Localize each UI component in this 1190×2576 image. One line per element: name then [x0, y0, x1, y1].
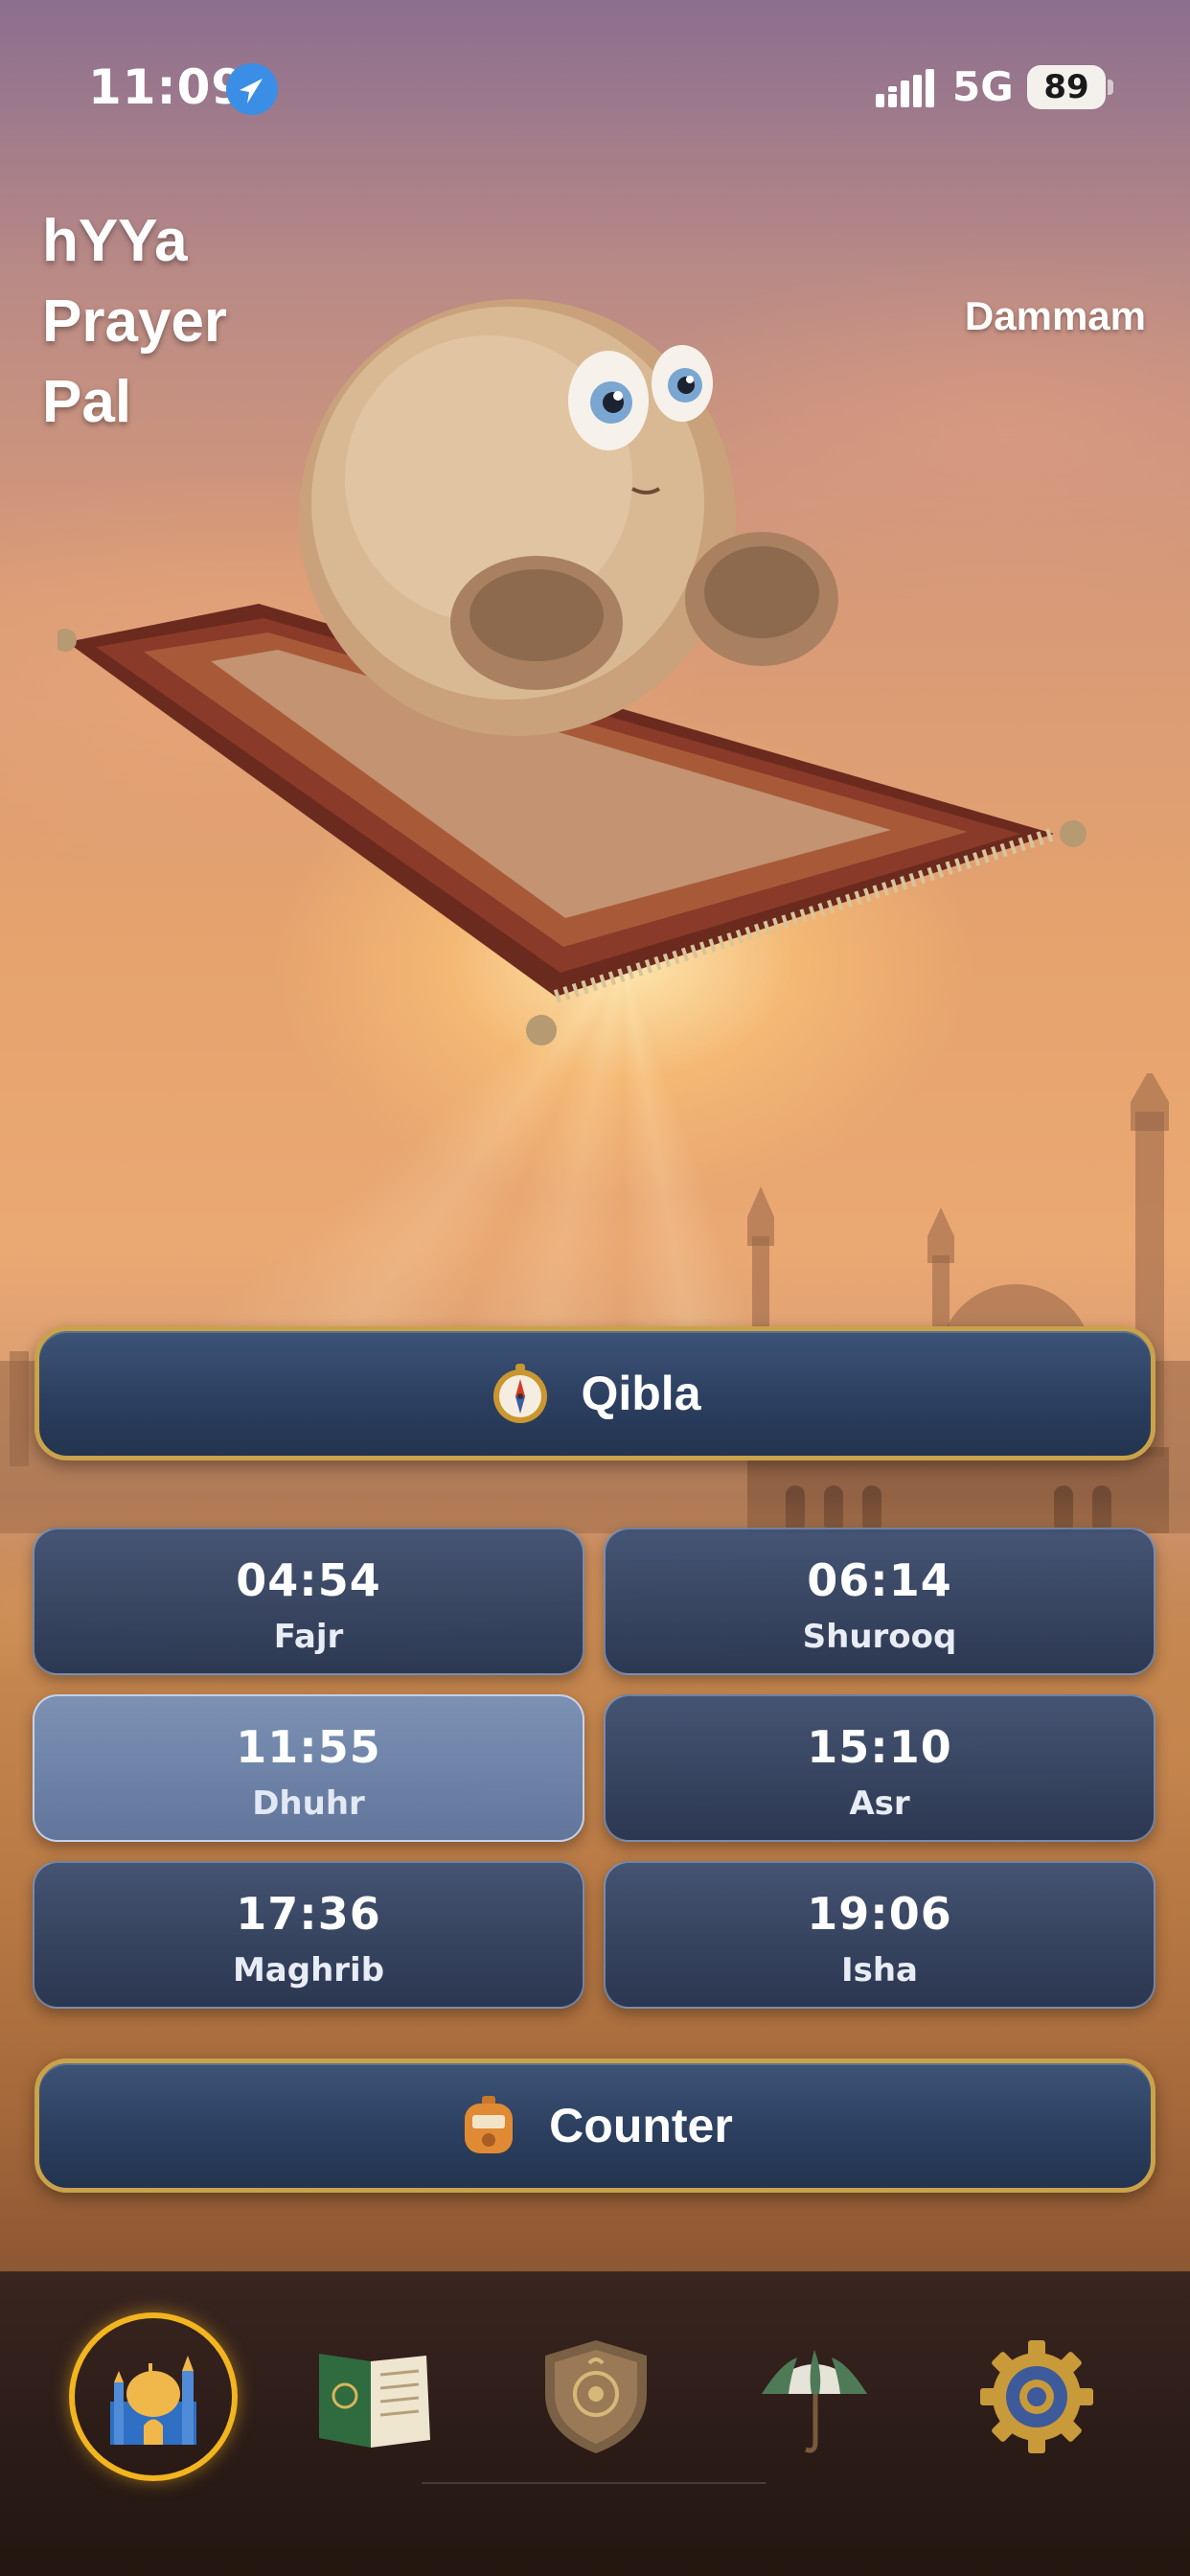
shield-emblem-icon [545, 2340, 647, 2453]
network-type: 5G [952, 63, 1014, 110]
qibla-label: Qibla [581, 1367, 701, 1420]
status-time: 11:09 [88, 59, 246, 115]
home-indicator [422, 2482, 767, 2484]
gear-icon [980, 2340, 1093, 2453]
tally-counter-icon [465, 2096, 514, 2153]
prayer-name: Maghrib [232, 1951, 385, 1990]
prayer-card-shurooq[interactable]: 06:14 Shurooq [604, 1528, 1156, 1675]
app-title-line: hYYa [42, 208, 188, 274]
bottom-tab-bar [0, 2271, 1190, 2576]
mosque-icon [110, 2356, 196, 2445]
qibla-button[interactable]: Qibla [34, 1326, 1156, 1460]
mosque-skyline [0, 1073, 1190, 1533]
battery-level: 89 [1027, 65, 1106, 109]
umbrella-icon [762, 2350, 867, 2453]
quran-book-icon [319, 2354, 430, 2448]
prayer-card-dhuhr[interactable]: 11:55 Dhuhr [33, 1694, 584, 1842]
prayer-time: 04:54 [236, 1554, 381, 1606]
location-arrow-icon [226, 63, 278, 115]
status-bar: 11:09 5G 89 [0, 0, 1190, 172]
prayer-time: 17:36 [236, 1888, 381, 1940]
tab-home[interactable] [69, 2312, 238, 2481]
battery-icon: 89 [1027, 65, 1113, 109]
prayer-name: Shurooq [802, 1618, 957, 1656]
prayer-name: Dhuhr [252, 1784, 365, 1823]
prayer-name: Isha [840, 1951, 919, 1990]
app-title-line: Pal [42, 369, 132, 435]
prayer-card-fajr[interactable]: 04:54 Fajr [33, 1528, 584, 1675]
prayer-time: 06:14 [807, 1554, 952, 1606]
prayer-card-maghrib[interactable]: 17:36 Maghrib [33, 1861, 584, 2009]
signal-bars-icon [876, 69, 934, 107]
app-title-line: Prayer [42, 288, 228, 355]
prayer-card-isha[interactable]: 19:06 Isha [604, 1861, 1156, 2009]
tab-umbrella[interactable] [730, 2312, 899, 2481]
prayer-name: Asr [849, 1784, 910, 1823]
city-label[interactable]: Dammam [965, 293, 1146, 339]
tab-shield[interactable] [512, 2312, 680, 2481]
prayer-card-asr[interactable]: 15:10 Asr [604, 1694, 1156, 1842]
counter-label: Counter [549, 2099, 733, 2152]
prayer-time: 11:55 [236, 1721, 381, 1773]
app-title: hYYa Prayer Pal [42, 201, 330, 443]
tab-quran[interactable] [289, 2312, 458, 2481]
tab-settings[interactable] [952, 2312, 1121, 2481]
compass-icon [493, 1364, 548, 1423]
prayer-time: 15:10 [807, 1721, 952, 1773]
counter-button[interactable]: Counter [34, 2058, 1156, 2193]
prayer-name: Fajr [273, 1618, 344, 1656]
prayer-time: 19:06 [807, 1888, 952, 1940]
